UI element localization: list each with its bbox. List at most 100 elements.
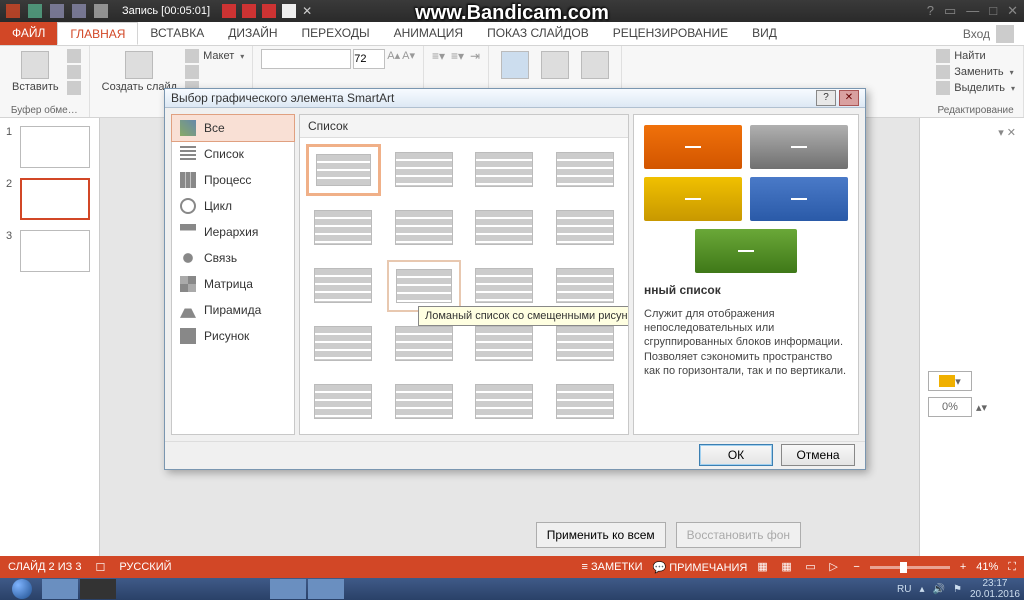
- taskbar-picasa[interactable]: [80, 579, 116, 599]
- slideshow-view-icon[interactable]: ▷: [829, 560, 843, 574]
- slide-thumb-3[interactable]: 3: [6, 230, 93, 272]
- tab-insert[interactable]: ВСТАВКА: [138, 22, 216, 45]
- smartart-item[interactable]: [467, 376, 542, 428]
- taskbar-bandicam[interactable]: [270, 579, 306, 599]
- slideshow-icon[interactable]: [94, 4, 108, 18]
- fill-swatch[interactable]: ▾: [928, 371, 972, 391]
- tab-design[interactable]: ДИЗАЙН: [216, 22, 289, 45]
- smartart-item[interactable]: [306, 376, 381, 428]
- reset-button[interactable]: [185, 65, 244, 79]
- language-label[interactable]: РУССКИЙ: [119, 561, 171, 573]
- grow-font-icon[interactable]: A▴: [387, 49, 400, 69]
- select-button[interactable]: Выделить▾: [936, 81, 1015, 95]
- cancel-button[interactable]: Отмена: [781, 444, 855, 466]
- smartart-item[interactable]: [467, 260, 542, 312]
- comments-button[interactable]: 💬 ПРИМЕЧАНИЯ: [653, 561, 748, 574]
- bullets-icon[interactable]: ≡▾: [432, 49, 445, 63]
- indent-icon[interactable]: ⇥: [470, 49, 480, 63]
- cat-hierarchy[interactable]: Иерархия: [172, 219, 294, 245]
- cat-pyramid[interactable]: Пирамида: [172, 297, 294, 323]
- taskbar-powerpoint[interactable]: [308, 579, 344, 599]
- maximize-button[interactable]: □: [989, 3, 997, 19]
- tab-transitions[interactable]: ПЕРЕХОДЫ: [290, 22, 382, 45]
- cut-button[interactable]: [67, 49, 81, 63]
- taskbar-chrome[interactable]: [194, 579, 230, 599]
- taskbar-explorer[interactable]: [42, 579, 78, 599]
- font-size-input[interactable]: [353, 49, 385, 69]
- smartart-item[interactable]: [548, 202, 623, 254]
- stepper-icon[interactable]: ▴▾: [976, 401, 987, 414]
- tab-review[interactable]: РЕЦЕНЗИРОВАНИЕ: [601, 22, 740, 45]
- smartart-item-hovered[interactable]: [387, 260, 462, 312]
- save-icon[interactable]: [28, 4, 42, 18]
- cat-picture[interactable]: Рисунок: [172, 323, 294, 349]
- tab-home[interactable]: ГЛАВНАЯ: [57, 22, 138, 45]
- shrink-font-icon[interactable]: A▾: [402, 49, 415, 69]
- find-button[interactable]: Найти: [936, 49, 1015, 63]
- cat-all[interactable]: Все: [171, 114, 295, 142]
- smartart-item[interactable]: [387, 202, 462, 254]
- help-button[interactable]: ?: [927, 3, 934, 19]
- rec-draw-icon[interactable]: [222, 4, 236, 18]
- replace-button[interactable]: Заменить▾: [936, 65, 1015, 79]
- apply-all-button[interactable]: Применить ко всем: [536, 522, 666, 548]
- tray-volume-icon[interactable]: 🔊: [933, 584, 945, 595]
- tray-clock[interactable]: 23:17 20.01.2016: [970, 578, 1020, 600]
- spellcheck-icon[interactable]: ☐: [95, 561, 105, 574]
- close-button[interactable]: ✕: [1007, 3, 1018, 19]
- quick-styles-button[interactable]: [577, 49, 613, 81]
- smartart-item[interactable]: [548, 376, 623, 428]
- sorter-view-icon[interactable]: ▦: [781, 560, 795, 574]
- numbering-icon[interactable]: ≡▾: [451, 49, 464, 63]
- rec-camera-icon[interactable]: [282, 4, 296, 18]
- arrange-button[interactable]: [537, 49, 573, 81]
- cat-process[interactable]: Процесс: [172, 167, 294, 193]
- smartart-item[interactable]: [306, 260, 381, 312]
- rec-pause-icon[interactable]: [242, 4, 256, 18]
- smartart-item[interactable]: [467, 144, 542, 196]
- zoom-slider[interactable]: [870, 566, 950, 569]
- ok-button[interactable]: ОК: [699, 444, 773, 466]
- layout-button[interactable]: Макет▾: [185, 49, 244, 63]
- start-button[interactable]: [4, 579, 40, 599]
- tab-view[interactable]: ВИД: [740, 22, 789, 45]
- reading-view-icon[interactable]: ▭: [805, 560, 819, 574]
- smartart-item[interactable]: [548, 260, 623, 312]
- smartart-item[interactable]: [467, 202, 542, 254]
- transparency-value[interactable]: 0%: [928, 397, 972, 417]
- taskbar-opera[interactable]: [156, 579, 192, 599]
- tray-arrow-icon[interactable]: ▴: [919, 584, 924, 595]
- zoom-in-button[interactable]: +: [960, 561, 966, 573]
- tab-animations[interactable]: АНИМАЦИЯ: [382, 22, 475, 45]
- fit-window-icon[interactable]: ⛶: [1008, 561, 1016, 574]
- smartart-grid[interactable]: Ломаный список со смещенными рисунками: [300, 138, 628, 434]
- taskbar-ie[interactable]: [118, 579, 154, 599]
- normal-view-icon[interactable]: ▦: [757, 560, 771, 574]
- cat-relationship[interactable]: Связь: [172, 245, 294, 271]
- minimize-button[interactable]: —: [966, 3, 979, 19]
- tray-lang[interactable]: RU: [897, 584, 911, 595]
- zoom-out-button[interactable]: −: [853, 561, 859, 573]
- dialog-titlebar[interactable]: Выбор графического элемента SmartArt ? ✕: [165, 89, 865, 108]
- smartart-item[interactable]: [387, 376, 462, 428]
- dialog-close-button[interactable]: ✕: [839, 90, 859, 106]
- smartart-item[interactable]: [306, 144, 381, 196]
- pane-close-icon[interactable]: ▾ ✕: [928, 126, 1016, 139]
- sign-in[interactable]: Вход: [953, 22, 1024, 45]
- slide-counter[interactable]: СЛАЙД 2 ИЗ 3: [8, 561, 81, 573]
- rec-stop-icon[interactable]: [262, 4, 276, 18]
- slide-thumb-2[interactable]: 2: [6, 178, 93, 220]
- font-family-input[interactable]: [261, 49, 351, 69]
- zoom-value[interactable]: 41%: [976, 561, 998, 573]
- smartart-item[interactable]: [387, 144, 462, 196]
- cat-cycle[interactable]: Цикл: [172, 193, 294, 219]
- rec-close-icon[interactable]: ✕: [302, 4, 316, 18]
- paste-button[interactable]: Вставить: [8, 49, 63, 95]
- tab-file[interactable]: ФАЙЛ: [0, 22, 57, 45]
- smartart-item[interactable]: [306, 318, 381, 370]
- cat-list[interactable]: Список: [172, 141, 294, 167]
- tab-slideshow[interactable]: ПОКАЗ СЛАЙДОВ: [475, 22, 601, 45]
- undo-icon[interactable]: [50, 4, 64, 18]
- smartart-item[interactable]: [306, 202, 381, 254]
- cat-matrix[interactable]: Матрица: [172, 271, 294, 297]
